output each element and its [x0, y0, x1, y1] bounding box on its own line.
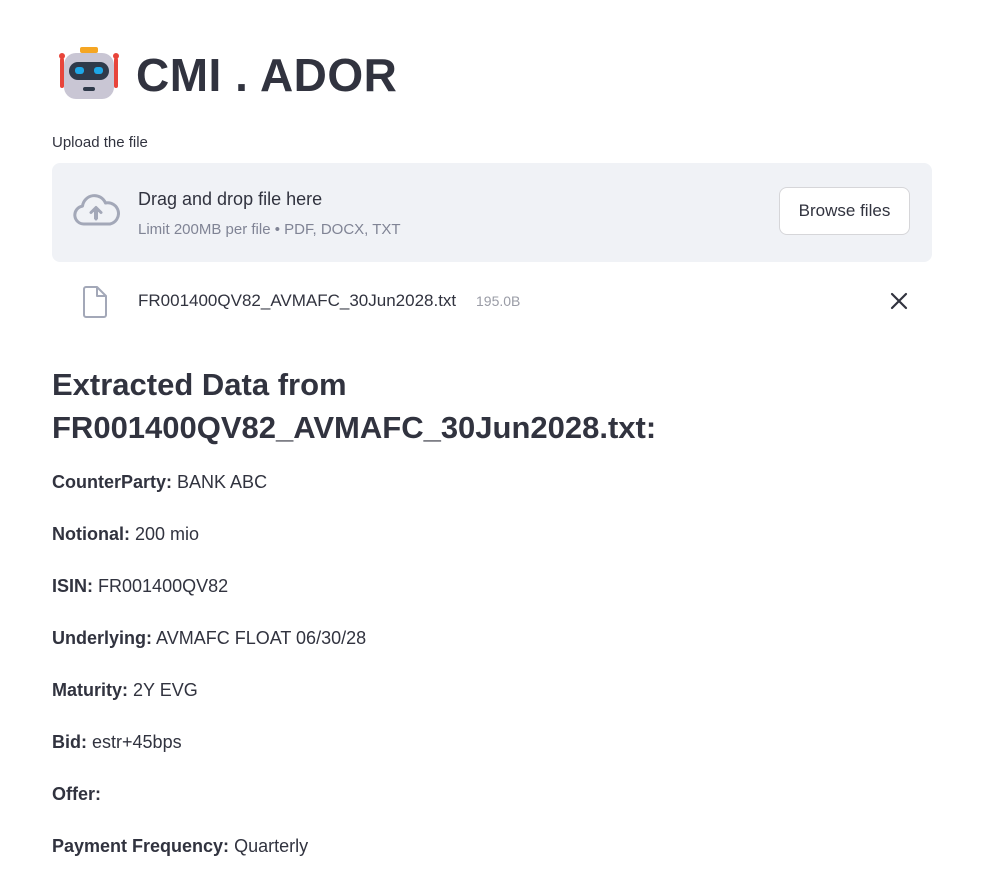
field-value: FR001400QV82 — [98, 576, 229, 596]
browse-files-button[interactable]: Browse files — [779, 187, 910, 235]
upload-label: Upload the file — [52, 134, 148, 151]
field-notional: Notional: 200 mio — [52, 524, 199, 545]
field-value: BANK ABC — [177, 472, 268, 492]
field-label: Offer: — [52, 784, 101, 804]
field-isin: ISIN: FR001400QV82 — [52, 576, 228, 597]
app-page: CMI . ADOR Upload the file Drag and drop… — [0, 0, 991, 871]
heading-line-1: Extracted Data from — [52, 367, 347, 402]
field-value: 2Y EVG — [133, 680, 198, 700]
heading-line-2: FR001400QV82_AVMAFC_30Jun2028.txt: — [52, 410, 657, 445]
field-label: Payment Frequency: — [52, 836, 230, 856]
field-label: Bid: — [52, 732, 87, 752]
dropzone-title: Drag and drop file here — [138, 189, 323, 209]
field-value: Quarterly — [234, 836, 309, 856]
field-value: AVMAFC FLOAT 06/30/28 — [156, 628, 367, 648]
field-label: Underlying: — [52, 628, 153, 648]
cloud-upload-icon — [73, 194, 120, 226]
app-header: CMI . ADOR — [58, 44, 397, 106]
robot-icon — [59, 47, 119, 99]
field-counterparty: CounterParty: BANK ABC — [52, 472, 267, 493]
uploaded-file-name: FR001400QV82_AVMAFC_30Jun2028.txt — [138, 291, 457, 310]
field-maturity: Maturity: 2Y EVG — [52, 680, 198, 701]
close-icon[interactable] — [888, 290, 910, 312]
field-offer: Offer: — [52, 784, 101, 805]
file-icon — [83, 286, 107, 318]
uploaded-file-item: FR001400QV82_AVMAFC_30Jun2028.txt 195.0B — [52, 280, 932, 324]
extracted-data-heading: Extracted Data from FR001400QV82_AVMAFC_… — [52, 363, 932, 449]
dropzone-limit-text: Limit 200MB per file • PDF, DOCX, TXT — [138, 221, 401, 238]
field-label: Maturity: — [52, 680, 128, 700]
field-payment-frequency: Payment Frequency: Quarterly — [52, 836, 308, 857]
app-title: CMI . ADOR — [136, 49, 398, 101]
uploaded-file-size: 195.0B — [476, 293, 521, 309]
field-bid: Bid: estr+45bps — [52, 732, 182, 753]
field-label: Notional: — [52, 524, 130, 544]
file-dropzone[interactable]: Drag and drop file here Limit 200MB per … — [52, 163, 932, 262]
field-value: 200 mio — [135, 524, 200, 544]
field-underlying: Underlying: AVMAFC FLOAT 06/30/28 — [52, 628, 366, 649]
field-label: ISIN: — [52, 576, 94, 596]
field-label: CounterParty: — [52, 472, 173, 492]
field-value: estr+45bps — [92, 732, 182, 752]
